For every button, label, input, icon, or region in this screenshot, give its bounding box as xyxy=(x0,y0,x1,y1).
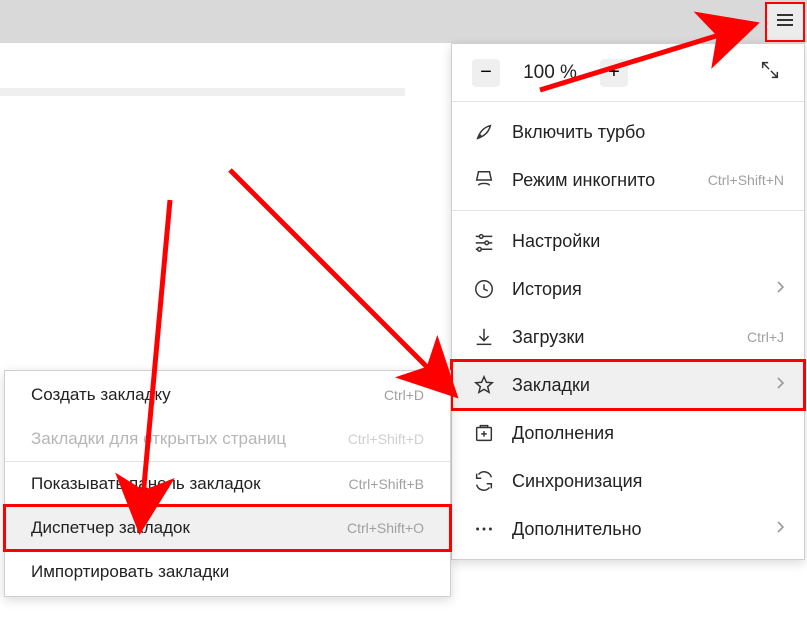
sub-item-bookmark-manager[interactable]: Диспетчер закладок Ctrl+Shift+O xyxy=(5,506,450,550)
main-menu: − 100 % + Включить турбо Режим инкогнито… xyxy=(451,43,805,560)
sub-shortcut: Ctrl+Shift+D xyxy=(348,431,424,447)
chevron-right-icon xyxy=(776,520,784,538)
zoom-value: 100 % xyxy=(510,62,590,84)
sub-item-create-bookmark[interactable]: Создать закладку Ctrl+D xyxy=(5,373,450,417)
menu-shortcut: Ctrl+J xyxy=(747,329,784,345)
menu-shortcut: Ctrl+Shift+N xyxy=(708,172,784,188)
chevron-right-icon xyxy=(776,280,784,298)
minus-icon: − xyxy=(480,61,492,84)
sub-shortcut: Ctrl+Shift+O xyxy=(347,520,424,536)
hamburger-icon xyxy=(776,13,794,32)
rocket-icon xyxy=(472,120,496,144)
menu-item-sync[interactable]: Синхронизация xyxy=(452,457,804,505)
sub-label: Импортировать закладки xyxy=(31,562,424,582)
menu-label: Закладки xyxy=(512,375,768,396)
menu-item-bookmarks[interactable]: Закладки xyxy=(452,361,804,409)
menu-item-incognito[interactable]: Режим инкогнито Ctrl+Shift+N xyxy=(452,156,804,204)
menu-item-settings[interactable]: Настройки xyxy=(452,217,804,265)
menu-item-turbo[interactable]: Включить турбо xyxy=(452,108,804,156)
sub-label: Показывать панель закладок xyxy=(31,474,349,494)
incognito-icon xyxy=(472,168,496,192)
sub-label: Создать закладку xyxy=(31,385,384,405)
sub-label: Диспетчер закладок xyxy=(31,518,347,538)
zoom-in-button[interactable]: + xyxy=(600,59,628,87)
fullscreen-icon xyxy=(759,59,781,86)
fullscreen-button[interactable] xyxy=(756,59,784,87)
addons-icon xyxy=(472,421,496,445)
sub-item-show-bookmarks-bar[interactable]: Показывать панель закладок Ctrl+Shift+B xyxy=(5,462,450,506)
sub-item-bookmark-open-pages: Закладки для открытых страниц Ctrl+Shift… xyxy=(5,417,450,461)
menu-item-downloads[interactable]: Загрузки Ctrl+J xyxy=(452,313,804,361)
menu-item-addons[interactable]: Дополнения xyxy=(452,409,804,457)
bookmarks-submenu: Создать закладку Ctrl+D Закладки для отк… xyxy=(4,370,451,597)
menu-label: Настройки xyxy=(512,231,784,252)
menu-label: Загрузки xyxy=(512,327,739,348)
menu-label: Включить турбо xyxy=(512,122,784,143)
chevron-right-icon xyxy=(776,376,784,394)
menu-label: Дополнительно xyxy=(512,519,768,540)
browser-topbar xyxy=(0,0,807,43)
sub-label: Закладки для открытых страниц xyxy=(31,429,348,449)
plus-icon: + xyxy=(608,61,620,84)
menu-label: Режим инкогнито xyxy=(512,170,700,191)
settings-icon xyxy=(472,229,496,253)
zoom-out-button[interactable]: − xyxy=(472,59,500,87)
menu-item-more[interactable]: Дополнительно xyxy=(452,505,804,553)
sub-item-import-bookmarks[interactable]: Импортировать закладки xyxy=(5,550,450,594)
sync-icon xyxy=(472,469,496,493)
more-icon xyxy=(472,517,496,541)
menu-label: Дополнения xyxy=(512,423,784,444)
menu-item-history[interactable]: История xyxy=(452,265,804,313)
star-icon xyxy=(472,373,496,397)
menu-label: Синхронизация xyxy=(512,471,784,492)
zoom-row: − 100 % + xyxy=(452,44,804,102)
history-icon xyxy=(472,277,496,301)
download-icon xyxy=(472,325,496,349)
menu-button[interactable] xyxy=(765,2,805,42)
menu-label: История xyxy=(512,279,768,300)
sub-shortcut: Ctrl+Shift+B xyxy=(349,476,424,492)
sub-shortcut: Ctrl+D xyxy=(384,387,424,403)
